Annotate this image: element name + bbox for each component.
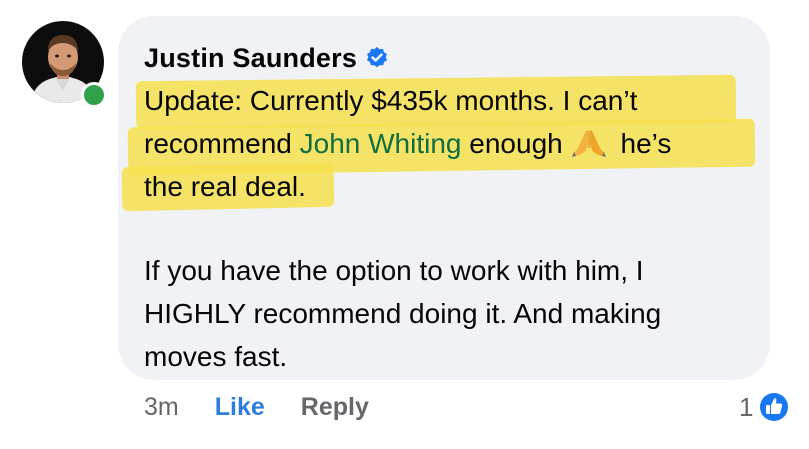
comment-paragraph: Update: Currently $435k months. I can’t … [144,79,754,208]
comment-header: Justin Saunders [144,40,389,76]
verified-badge-icon [367,47,388,68]
comment-actions: 3m Like Reply [144,389,369,425]
comment-text-line: If you have the option to work with him,… [144,255,644,286]
mention-link[interactable]: John Whiting [300,128,462,159]
reply-button[interactable]: Reply [301,393,369,422]
reaction-summary[interactable]: 1 [739,389,791,425]
comment-body: Update: Currently $435k months. I can’t … [144,79,754,378]
reaction-count: 1 [739,391,754,422]
like-button[interactable]: Like [215,393,265,422]
comment-text-segment: he’s [612,128,672,159]
comment-text-line: HIGHLY recommend doing it. And making [144,298,662,329]
like-reaction-icon [758,391,791,423]
author-name[interactable]: Justin Saunders [144,43,357,74]
comment-text-line: the real deal. [144,171,306,202]
comment-text-line: moves fast. [144,341,288,372]
folded-hands-icon [571,130,606,157]
comment-text-segment: recommend [144,128,300,159]
comment-screen: Justin Saunders Update: Currently $435k … [0,0,809,449]
online-status-dot [81,82,107,108]
comment-text-segment: enough [461,128,563,159]
comment-text-line: Update: Currently $435k months. I can’t [144,85,638,116]
comment-paragraph: If you have the option to work with him,… [144,249,754,378]
comment-timestamp[interactable]: 3m [144,393,179,422]
